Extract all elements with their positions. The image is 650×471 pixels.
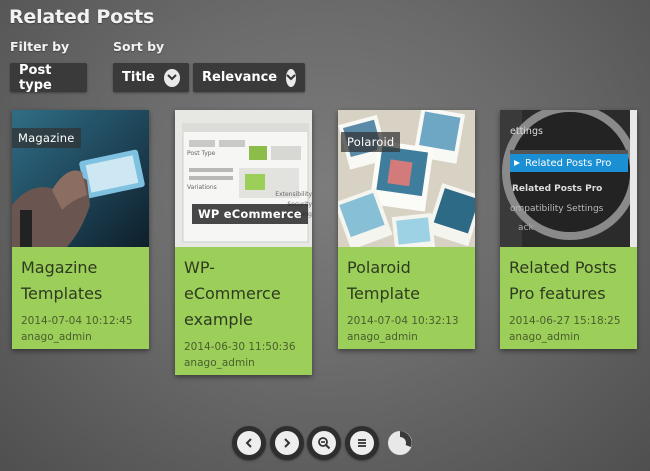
sort-label: Sort by <box>113 39 165 54</box>
sort-relevance-label: Relevance <box>202 70 278 85</box>
post-date: 2014-07-04 10:32:13 <box>347 315 459 327</box>
chevron-down-icon <box>286 68 297 87</box>
sort-title-label: Title <box>122 70 155 85</box>
post-type-filter-button[interactable]: Post type <box>10 62 87 93</box>
post-meta: 2014-07-04 10:32:13 anago_admin <box>338 307 475 345</box>
post-title-line: WP- <box>184 258 215 277</box>
post-date: 2014-06-27 15:18:25 <box>509 315 621 327</box>
post-card-magazine[interactable]: Magazine Magazine Templates 2014-07-04 1… <box>12 110 149 349</box>
post-thumbnail[interactable]: Post Type Variations Extensibility Secur… <box>175 110 312 247</box>
category-badge: Polaroid <box>341 132 401 152</box>
page-title: Related Posts <box>9 6 155 28</box>
list-view-button[interactable] <box>345 426 379 460</box>
chevron-right-icon <box>284 438 291 448</box>
post-title-line: Pro features <box>509 284 606 303</box>
post-date: 2014-06-30 11:50:36 <box>184 341 296 353</box>
post-date: 2014-07-04 10:12:45 <box>21 315 133 327</box>
filter-label: Filter by <box>10 39 70 54</box>
post-title-line: eCommerce <box>184 284 281 303</box>
screenshot-text-line: Post Type <box>187 150 216 157</box>
post-title-line: example <box>184 310 253 329</box>
screenshot-menu-item: Related Posts Pro <box>525 158 612 169</box>
post-meta: 2014-06-30 11:50:36 anago_admin <box>175 333 312 371</box>
post-card-wp-ecommerce[interactable]: Post Type Variations Extensibility Secur… <box>175 110 312 375</box>
post-author: anago_admin <box>347 331 418 343</box>
post-title-line: Related Posts <box>509 258 617 277</box>
post-author: anago_admin <box>509 331 580 343</box>
sort-title-button[interactable]: Title <box>113 63 189 92</box>
category-badge: Magazine <box>12 128 81 148</box>
screenshot-text-line: Variations <box>187 184 217 191</box>
screenshot-text: Post Type Variations <box>187 148 217 194</box>
post-title[interactable]: Polaroid Template <box>338 247 475 307</box>
chevron-down-icon <box>163 68 180 87</box>
zoom-out-button[interactable] <box>307 426 341 460</box>
post-title-line: Templates <box>21 284 103 303</box>
post-title[interactable]: WP- eCommerce example <box>175 247 312 333</box>
post-thumbnail[interactable]: ettings Related Posts Pro Related Posts … <box>500 110 637 247</box>
screenshot-menu-item: ompatibility Settings <box>510 204 604 214</box>
post-meta: 2014-07-04 10:12:45 anago_admin <box>12 307 149 345</box>
post-title[interactable]: Related Posts Pro features <box>500 247 637 307</box>
loading-indicator <box>386 429 414 457</box>
post-meta: 2014-06-27 15:18:25 anago_admin <box>500 307 637 345</box>
zoom-out-icon <box>318 437 331 450</box>
loading-icon <box>388 431 412 455</box>
screenshot-menu-item: ack <box>518 223 534 233</box>
screenshot-menu-item: ettings <box>510 126 543 137</box>
post-thumbnail[interactable]: Polaroid <box>338 110 475 247</box>
previous-button[interactable] <box>232 426 266 460</box>
next-button[interactable] <box>270 426 304 460</box>
chevron-left-icon <box>245 438 252 448</box>
post-card-related-posts-pro[interactable]: ettings Related Posts Pro Related Posts … <box>500 110 637 349</box>
post-type-label: Post type <box>19 62 52 93</box>
post-author: anago_admin <box>184 357 255 369</box>
post-author: anago_admin <box>21 331 92 343</box>
post-title[interactable]: Magazine Templates <box>12 247 149 307</box>
post-title-line: Template <box>347 284 421 303</box>
category-badge: WP eCommerce <box>192 204 308 224</box>
post-title-line: Polaroid <box>347 258 411 277</box>
post-card-polaroid[interactable]: Polaroid Polaroid Template 2014-07-04 10… <box>338 110 475 349</box>
list-icon <box>358 439 366 447</box>
screenshot-menu-item: Related Posts Pro <box>512 184 603 194</box>
post-title-line: Magazine <box>21 258 98 277</box>
sort-relevance-button[interactable]: Relevance <box>193 63 305 92</box>
post-thumbnail[interactable]: Magazine <box>12 110 149 247</box>
screenshot-text-line: Extensibility <box>275 191 312 198</box>
